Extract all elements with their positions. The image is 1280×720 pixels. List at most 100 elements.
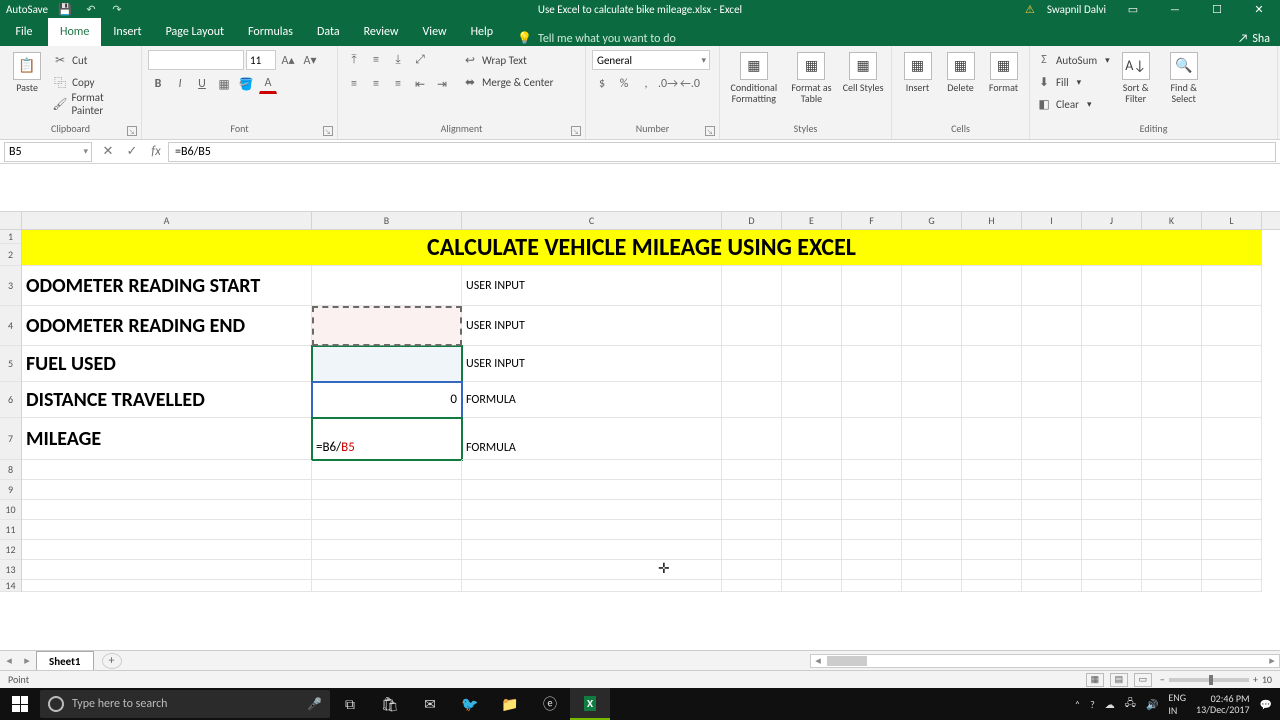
cell[interactable]	[962, 266, 1022, 306]
col-header-F[interactable]: F	[842, 212, 902, 229]
cell[interactable]	[1142, 266, 1202, 306]
select-all-corner[interactable]	[0, 212, 21, 230]
cell[interactable]	[722, 560, 782, 580]
cell[interactable]	[902, 560, 962, 580]
cell[interactable]	[902, 418, 962, 460]
cell[interactable]	[1202, 418, 1262, 460]
cell[interactable]	[1022, 580, 1082, 592]
increase-font-icon[interactable]: A▴	[278, 50, 298, 70]
formula-bar-expand[interactable]	[0, 164, 1280, 212]
cell[interactable]	[782, 500, 842, 520]
cell[interactable]	[22, 460, 312, 480]
cell[interactable]	[1022, 382, 1082, 418]
cell[interactable]	[782, 306, 842, 346]
sheet-tab[interactable]: Sheet1	[36, 651, 94, 671]
find-select-button[interactable]: 🔍Find & Select	[1162, 50, 1206, 104]
cell[interactable]	[782, 418, 842, 460]
cell[interactable]	[722, 500, 782, 520]
cell[interactable]	[1022, 500, 1082, 520]
cell[interactable]	[962, 480, 1022, 500]
cell[interactable]	[722, 266, 782, 306]
cell[interactable]	[902, 520, 962, 540]
new-sheet-button[interactable]: +	[102, 653, 122, 669]
cell[interactable]	[842, 460, 902, 480]
col-header-A[interactable]: A	[22, 212, 312, 229]
cell[interactable]	[1022, 520, 1082, 540]
network-icon[interactable]: 🖧	[1125, 696, 1136, 713]
tab-help[interactable]: Help	[459, 18, 506, 46]
cell[interactable]	[782, 346, 842, 382]
cell[interactable]	[22, 580, 312, 592]
cell[interactable]	[902, 480, 962, 500]
fx-icon[interactable]: fx	[144, 142, 168, 162]
cell[interactable]	[902, 500, 962, 520]
cell-c5[interactable]: USER INPUT	[462, 346, 722, 382]
cancel-formula-icon[interactable]: ✕	[96, 142, 120, 162]
dialog-launcher-icon[interactable]: ↘	[127, 126, 137, 136]
cell[interactable]	[1202, 460, 1262, 480]
cell[interactable]	[1142, 580, 1202, 592]
cell[interactable]	[462, 460, 722, 480]
cell[interactable]	[1202, 500, 1262, 520]
format-cells-button[interactable]: ▦Format	[984, 50, 1023, 93]
decrease-indent-icon[interactable]: ⇤	[410, 74, 430, 94]
cell[interactable]	[962, 418, 1022, 460]
col-header-J[interactable]: J	[1082, 212, 1142, 229]
cell[interactable]	[782, 460, 842, 480]
cell[interactable]	[902, 382, 962, 418]
cell[interactable]	[312, 560, 462, 580]
col-header-B[interactable]: B	[312, 212, 462, 229]
cell[interactable]	[1022, 460, 1082, 480]
dialog-launcher-icon[interactable]: ↘	[705, 126, 715, 136]
border-button[interactable]: ▦	[214, 74, 234, 94]
cell-b5-selected[interactable]	[312, 346, 462, 382]
tab-pagelayout[interactable]: Page Layout	[154, 18, 236, 46]
scroll-thumb[interactable]	[827, 656, 867, 666]
cell[interactable]	[1082, 346, 1142, 382]
cell[interactable]	[1202, 580, 1262, 592]
cell[interactable]	[782, 540, 842, 560]
taskbar-clock[interactable]: 02:46 PM13/Dec/2017	[1196, 693, 1250, 715]
cell[interactable]	[722, 460, 782, 480]
copy-button[interactable]: ⿻Copy	[52, 72, 135, 92]
italic-button[interactable]: I	[170, 74, 190, 94]
row-header-7[interactable]: 7	[0, 418, 21, 460]
store-icon[interactable]: 🛍	[370, 688, 410, 720]
cell[interactable]	[962, 500, 1022, 520]
bold-button[interactable]: B	[148, 74, 168, 94]
cell[interactable]	[962, 382, 1022, 418]
cell[interactable]	[782, 580, 842, 592]
cell[interactable]	[902, 460, 962, 480]
cell[interactable]	[312, 460, 462, 480]
cell[interactable]	[782, 266, 842, 306]
task-view-icon[interactable]: ⧉	[330, 688, 370, 720]
cell-c7[interactable]: FORMULA	[462, 418, 722, 460]
cell[interactable]	[1202, 266, 1262, 306]
volume-icon[interactable]: 🔊	[1146, 698, 1158, 711]
col-header-L[interactable]: L	[1202, 212, 1262, 229]
page-layout-view-icon[interactable]: ▤	[1110, 673, 1128, 687]
cell[interactable]	[1202, 480, 1262, 500]
cell[interactable]	[962, 540, 1022, 560]
conditional-formatting-button[interactable]: ▦Conditional Formatting	[726, 50, 782, 104]
col-header-E[interactable]: E	[782, 212, 842, 229]
taskbar-search[interactable]: Type here to search 🎤	[40, 690, 330, 718]
cell[interactable]	[1022, 306, 1082, 346]
cell[interactable]	[1142, 560, 1202, 580]
share-button[interactable]: ↗Sha	[1228, 32, 1280, 46]
row-header-5[interactable]: 5	[0, 346, 21, 382]
enter-formula-icon[interactable]: ✓	[120, 142, 144, 162]
cell[interactable]	[1022, 560, 1082, 580]
orientation-icon[interactable]: ⤢	[410, 50, 430, 70]
normal-view-icon[interactable]: ▦	[1086, 673, 1104, 687]
cell[interactable]	[1202, 520, 1262, 540]
cell[interactable]	[312, 520, 462, 540]
cell[interactable]	[462, 560, 722, 580]
cell-a6[interactable]: DISTANCE TRAVELLED	[22, 382, 312, 418]
cell[interactable]	[1142, 382, 1202, 418]
cell[interactable]	[462, 540, 722, 560]
tab-formulas[interactable]: Formulas	[236, 18, 305, 46]
page-break-view-icon[interactable]: ▭	[1134, 673, 1152, 687]
autosum-button[interactable]: ΣAutoSum▾	[1036, 50, 1110, 70]
notification-icon[interactable]: 💬	[1260, 698, 1272, 711]
